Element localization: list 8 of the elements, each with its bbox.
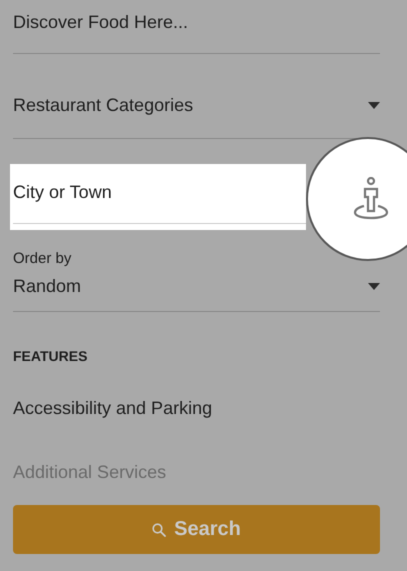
city-field[interactable]: City or Town xyxy=(10,164,306,230)
filter-item[interactable]: Accessibility and Parking xyxy=(13,397,380,419)
location-person-icon xyxy=(352,177,390,221)
search-icon xyxy=(152,522,166,536)
caret-icon xyxy=(368,102,380,109)
search-field[interactable]: Discover Food Here... xyxy=(13,11,313,33)
section-heading: FEATURES xyxy=(13,348,88,364)
caret-icon xyxy=(368,282,380,290)
